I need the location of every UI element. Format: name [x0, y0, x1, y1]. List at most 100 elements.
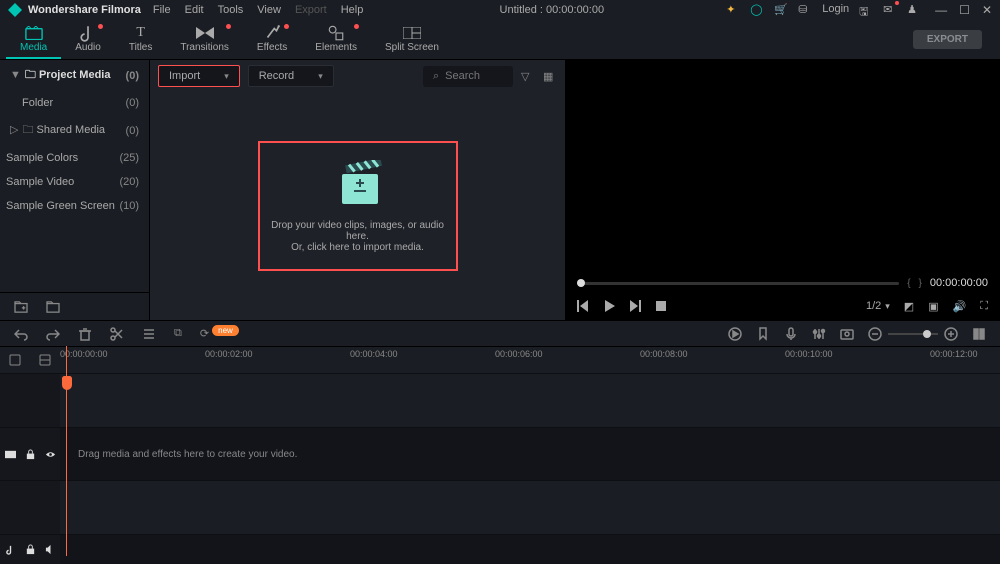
- message-icon[interactable]: ✉: [883, 3, 897, 17]
- video-track[interactable]: Drag media and effects here to create yo…: [0, 427, 1000, 481]
- media-panel: Import ▾ Record ▾ ⌕ Search ▽ ▦: [150, 60, 565, 320]
- render-button[interactable]: [728, 327, 742, 341]
- preview-panel: { } 00:00:00:00 1/2▾ ◩ ▣ 🔊 ⛶: [565, 60, 1000, 320]
- stop-button[interactable]: [655, 300, 667, 312]
- fullscreen-icon[interactable]: ⛶: [980, 300, 988, 313]
- menu-tools[interactable]: Tools: [218, 4, 244, 16]
- snapshot-icon[interactable]: ▣: [928, 300, 938, 313]
- export-button[interactable]: EXPORT: [913, 30, 982, 49]
- media-toolbar: Import ▾ Record ▾ ⌕ Search ▽ ▦: [150, 60, 565, 92]
- gift-icon[interactable]: ⛁: [798, 3, 812, 17]
- badge-icon[interactable]: ✦: [726, 3, 740, 17]
- import-dropzone[interactable]: Drop your video clips, images, or audio …: [258, 141, 458, 271]
- record-dropdown[interactable]: Record ▾: [248, 65, 334, 87]
- chevron-down-icon: ▾: [885, 301, 890, 312]
- sidebar-item-sample-green-screen[interactable]: Sample Green Screen (10): [0, 194, 149, 218]
- mark-out-icon[interactable]: }: [919, 278, 922, 289]
- track-settings-icon[interactable]: [39, 354, 51, 366]
- menu-file[interactable]: File: [153, 4, 171, 16]
- audio-track[interactable]: [0, 534, 1000, 564]
- zoom-out-icon[interactable]: [868, 327, 882, 341]
- zoom-fit-button[interactable]: [972, 327, 986, 341]
- minimize-button[interactable]: —: [935, 3, 947, 17]
- sidebar-item-shared-media[interactable]: ▷🗀 Shared Media (0): [0, 115, 149, 146]
- tab-elements[interactable]: Elements: [301, 20, 371, 59]
- caret-right-icon: ▷: [10, 124, 18, 136]
- zoom-slider[interactable]: [868, 327, 958, 341]
- mark-in-icon[interactable]: {: [907, 278, 910, 289]
- voiceover-button[interactable]: [784, 327, 798, 341]
- support-icon[interactable]: ◯: [750, 3, 764, 17]
- save-icon[interactable]: 🖫: [859, 3, 873, 17]
- tab-effects[interactable]: Effects: [243, 20, 301, 59]
- transitions-icon: [196, 26, 214, 40]
- screenshot-button[interactable]: [840, 327, 854, 341]
- tab-titles[interactable]: T Titles: [115, 20, 167, 59]
- next-frame-button[interactable]: [629, 300, 641, 312]
- redo-button[interactable]: [46, 327, 60, 341]
- grid-view-icon[interactable]: ▦: [543, 69, 557, 83]
- media-icon: [25, 26, 43, 40]
- play-button[interactable]: [603, 300, 615, 312]
- tab-media[interactable]: Media: [6, 20, 61, 59]
- menu-view[interactable]: View: [257, 4, 281, 16]
- speed-button[interactable]: ⟳ new: [200, 327, 239, 340]
- volume-icon[interactable]: 🔊: [953, 300, 967, 313]
- titles-icon: T: [132, 26, 150, 40]
- split-button[interactable]: [110, 327, 124, 341]
- sidebar-item-sample-colors[interactable]: Sample Colors (25): [0, 146, 149, 170]
- app-name: Wondershare Filmora: [28, 4, 141, 16]
- menu-edit[interactable]: Edit: [185, 4, 204, 16]
- caret-down-icon: ▼: [10, 69, 21, 81]
- sidebar-item-folder[interactable]: Folder (0): [0, 91, 149, 115]
- search-input[interactable]: ⌕ Search: [423, 66, 513, 87]
- playhead[interactable]: [66, 346, 67, 556]
- zoom-in-icon[interactable]: [944, 327, 958, 341]
- login-link[interactable]: Login: [822, 3, 849, 17]
- filter-icon[interactable]: ▽: [521, 69, 535, 83]
- tab-transitions[interactable]: Transitions: [166, 20, 243, 59]
- lock-icon[interactable]: [25, 449, 36, 460]
- sidebar-count: (10): [119, 200, 139, 212]
- app-logo-icon: [8, 3, 22, 17]
- menu-help[interactable]: Help: [341, 4, 364, 16]
- visibility-icon[interactable]: [45, 449, 56, 460]
- sidebar-item-sample-video[interactable]: Sample Video (20): [0, 170, 149, 194]
- tab-audio[interactable]: Audio: [61, 20, 115, 59]
- maximize-button[interactable]: ☐: [959, 3, 970, 17]
- preview-video[interactable]: [565, 60, 1000, 274]
- folder-icon[interactable]: [46, 301, 60, 313]
- preview-scale-dropdown[interactable]: 1/2▾: [866, 300, 890, 312]
- track-menu-icon[interactable]: [9, 354, 21, 366]
- delete-button[interactable]: [78, 327, 92, 341]
- sidebar-item-project-media[interactable]: ▼🗀 Project Media (0): [0, 60, 149, 91]
- marker-toggle-button[interactable]: [756, 327, 770, 341]
- main-toolbar: Media Audio T Titles Transitions Effects…: [0, 20, 1000, 60]
- timeline-ruler[interactable]: 00:00:00:00 00:00:02:00 00:00:04:00 00:0…: [60, 347, 1000, 373]
- lock-icon[interactable]: [25, 544, 36, 555]
- dot-icon: [98, 24, 103, 29]
- ruler-mark: 00:00:06:00: [495, 349, 543, 359]
- sidebar-label: Sample Colors: [6, 152, 78, 164]
- sidebar-count: (0): [126, 97, 139, 109]
- cart-icon[interactable]: 🛒: [774, 3, 788, 17]
- import-dropdown[interactable]: Import ▾: [158, 65, 240, 87]
- mixer-button[interactable]: [812, 327, 826, 341]
- ruler-mark: 00:00:12:00: [930, 349, 978, 359]
- tab-elements-label: Elements: [315, 42, 357, 53]
- account-icon[interactable]: ♟: [907, 3, 921, 17]
- tab-split-screen[interactable]: Split Screen: [371, 20, 453, 59]
- drop-text-1: Drop your video clips, images, or audio …: [260, 220, 456, 242]
- prev-frame-button[interactable]: [577, 300, 589, 312]
- edit-list-button[interactable]: [142, 327, 156, 341]
- new-folder-icon[interactable]: [14, 301, 28, 313]
- audio-track-icon: [5, 544, 16, 555]
- marker-button[interactable]: ⧉: [174, 327, 182, 340]
- quality-icon[interactable]: ◩: [904, 300, 914, 313]
- mute-icon[interactable]: [45, 544, 56, 555]
- preview-scrubber[interactable]: { } 00:00:00:00: [565, 274, 1000, 292]
- close-button[interactable]: ✕: [982, 3, 992, 17]
- video-track-icon: [5, 449, 16, 460]
- undo-button[interactable]: [14, 327, 28, 341]
- sidebar-label: Folder: [22, 97, 53, 109]
